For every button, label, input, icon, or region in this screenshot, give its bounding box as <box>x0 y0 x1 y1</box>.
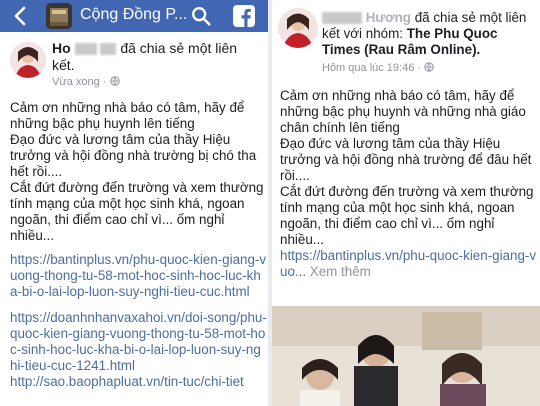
post-link[interactable]: https://doanhnhanvaxahoi.vn/doi-song/phu… <box>10 310 268 374</box>
post-text-line: Đạo đức và lương tâm của thầy Hiệu trưởn… <box>280 136 532 183</box>
group-name[interactable]: Cộng Đồng P... <box>80 6 187 24</box>
avatar[interactable] <box>10 42 46 78</box>
post-link[interactable]: http://sao.baophapluat.vn/tin-tuc/chi-ti… <box>10 374 268 390</box>
back-arrow-icon[interactable] <box>8 4 32 28</box>
post-text-line: Cảm ơn những nhà báo có tâm, hãy để nhữn… <box>10 100 245 131</box>
see-more-link[interactable]: Xem thêm <box>310 264 371 279</box>
avatar[interactable] <box>278 8 318 48</box>
author-name[interactable]: Ho <box>52 40 71 56</box>
author-name[interactable]: Hương <box>366 10 411 25</box>
post-meta: Vừa xong · <box>52 76 120 88</box>
post-meta: Hôm qua lúc 19:46 · <box>322 62 434 74</box>
post-body: Cảm ơn những nhà báo có tâm, hãy để nhữn… <box>10 100 268 390</box>
globe-icon <box>109 76 120 86</box>
post-links: https://bantinplus.vn/phu-quoc-kien-gian… <box>10 252 268 390</box>
post-photo[interactable] <box>272 306 540 406</box>
blurred-name <box>100 43 117 56</box>
blurred-name <box>74 43 97 56</box>
post-text-line: Đạo đức và lương tâm của thầy Hiệu trưởn… <box>10 132 257 179</box>
post-time[interactable]: Vừa xong <box>52 76 100 88</box>
globe-icon <box>424 62 434 72</box>
post-text-line: Cắt đứt đường đến trường và xem thường t… <box>280 184 534 247</box>
post-body: Cảm ơn những nhà báo có tâm, hãy để nhữn… <box>280 88 538 280</box>
blurred-name <box>322 12 362 25</box>
post-link[interactable]: https://bantinplus.vn/phu-quoc-kien-gian… <box>10 252 268 300</box>
post-time[interactable]: Hôm qua lúc 19:46 <box>322 62 414 74</box>
search-icon[interactable] <box>190 5 212 27</box>
group-topbar: Cộng Đồng P... <box>0 0 268 32</box>
group-avatar[interactable] <box>46 3 72 29</box>
post-text-line: Cắt đứt đường đến trường và xem thường t… <box>10 180 264 243</box>
right-screenshot: Hương đã chia sẻ một liên kết với nhóm: … <box>272 0 540 406</box>
post-header: Hương đã chia sẻ một liên kết với nhóm: … <box>322 10 537 58</box>
left-screenshot: Cộng Đồng P... Ho đã chia sẻ một liên kế… <box>0 0 268 406</box>
post-text-line: Cảm ơn những nhà báo có tâm, hãy để nhữn… <box>280 88 526 135</box>
post-header: Ho đã chia sẻ một liên kết. <box>52 40 262 74</box>
facebook-icon[interactable] <box>232 4 256 28</box>
